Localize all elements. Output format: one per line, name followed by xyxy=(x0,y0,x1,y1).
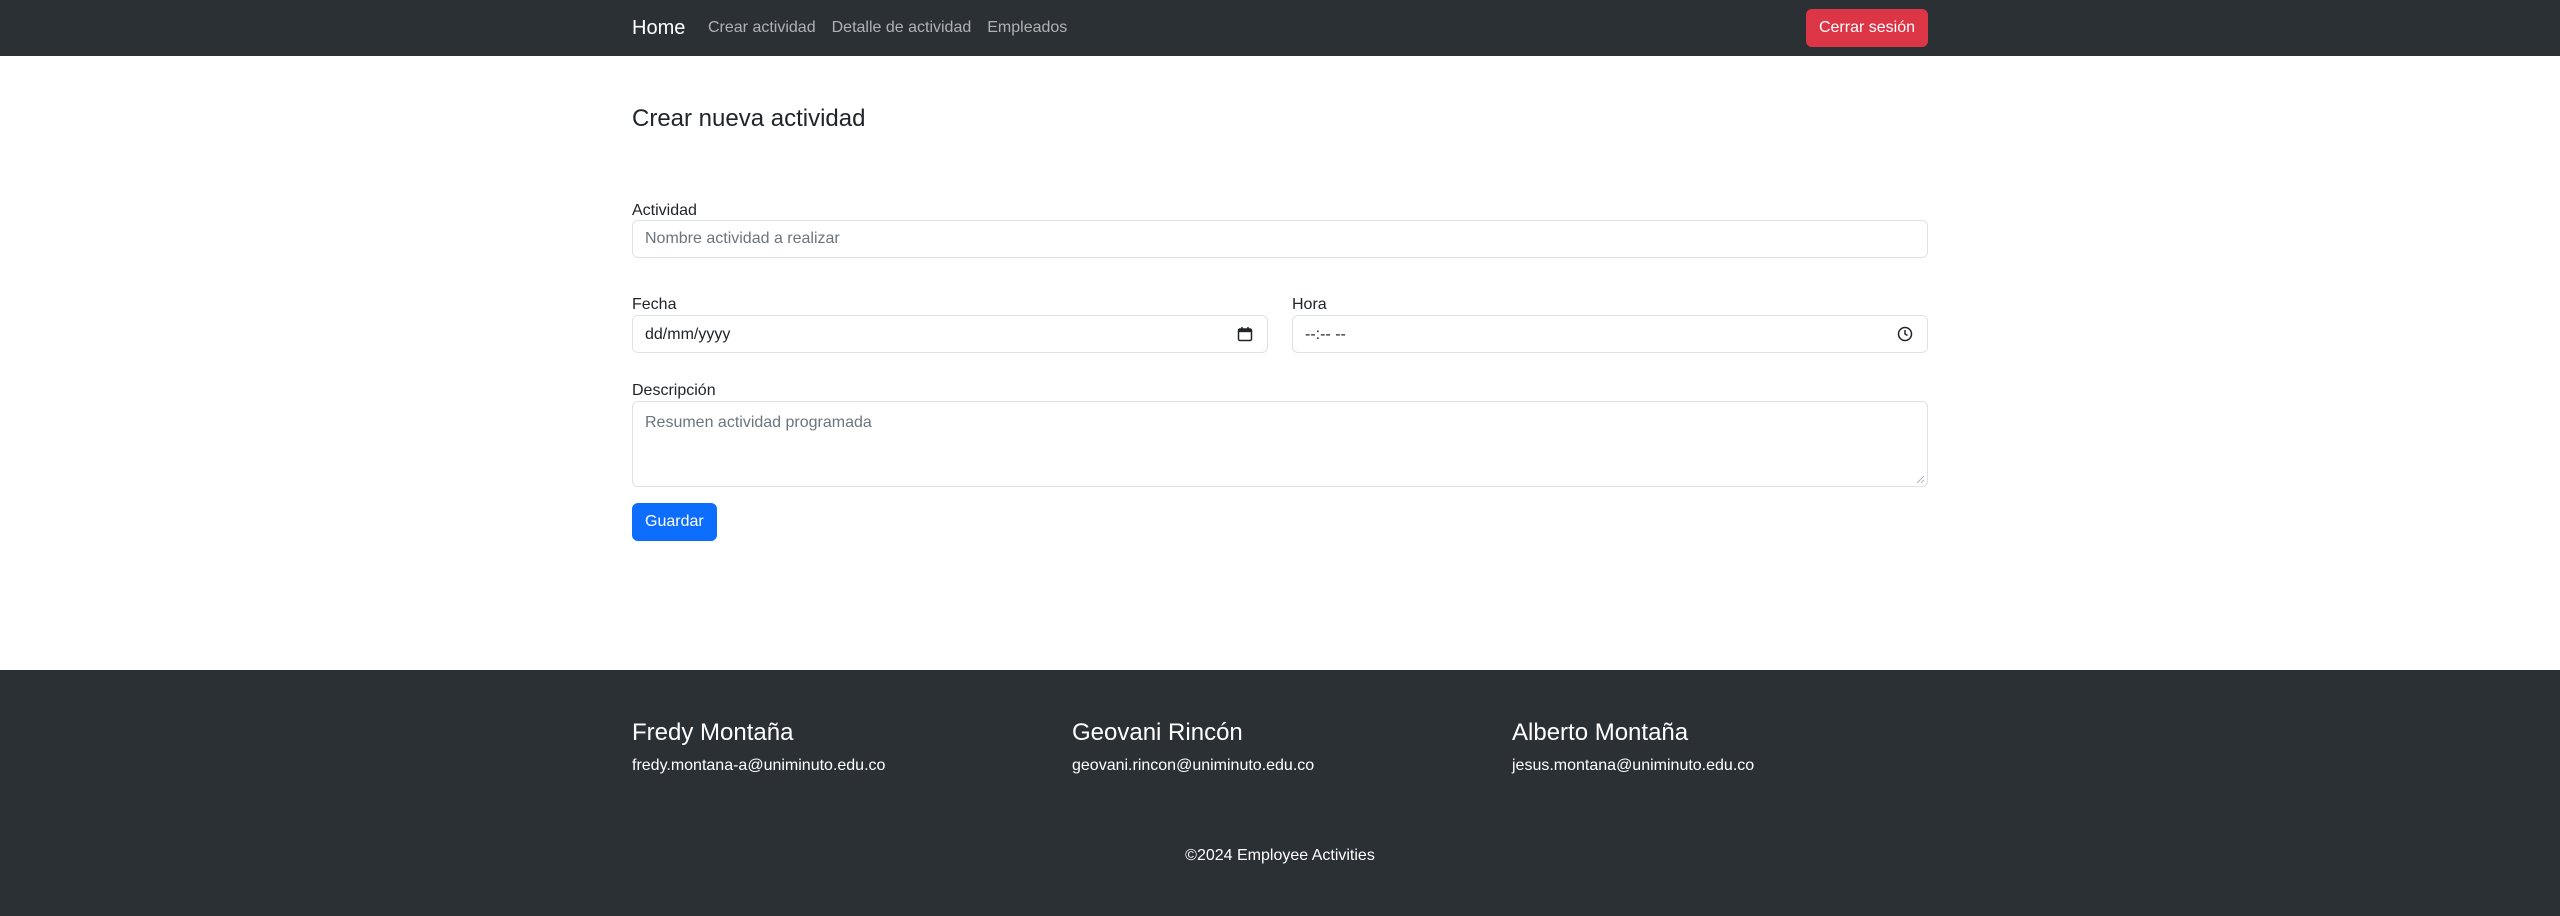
top-navbar: Home Crear actividad Detalle de activida… xyxy=(0,0,2560,56)
nav-link-crear-actividad[interactable]: Crear actividad xyxy=(708,17,816,39)
contact-email: fredy.montana-a@uniminuto.edu.co xyxy=(632,757,886,774)
contact-email: jesus.montana@uniminuto.edu.co xyxy=(1512,757,1755,774)
resize-grip-icon[interactable] xyxy=(1915,474,1925,484)
descripcion-textarea[interactable] xyxy=(632,401,1928,487)
actividad-label: Actividad xyxy=(632,202,697,219)
hora-time-input[interactable]: --:-- -- xyxy=(1292,315,1928,353)
page-title: Crear nueva actividad xyxy=(632,105,866,132)
descripcion-label: Descripción xyxy=(632,382,716,399)
contact-name: Fredy Montaña xyxy=(632,719,794,746)
hora-value: --:-- -- xyxy=(1305,326,1346,343)
fecha-date-input[interactable]: dd/mm/yyyy xyxy=(632,315,1268,353)
logout-button[interactable]: Cerrar sesión xyxy=(1805,9,1928,47)
contact-name: Alberto Montaña xyxy=(1512,719,1689,746)
save-button[interactable]: Guardar xyxy=(632,503,717,541)
main-content: Crear nueva actividad Actividad Fecha dd… xyxy=(632,56,1928,670)
nav-links: Crear actividad Detalle de actividad Emp… xyxy=(708,17,1067,39)
copyright-text: ©2024 Employee Activities xyxy=(1185,847,1375,864)
fecha-label: Fecha xyxy=(632,296,677,313)
nav-link-detalle-actividad[interactable]: Detalle de actividad xyxy=(832,17,972,39)
descripcion-wrapper xyxy=(632,401,1928,487)
contact-email: geovani.rincon@uniminuto.edu.co xyxy=(1072,757,1315,774)
navbar-container: Home Crear actividad Detalle de activida… xyxy=(632,0,1928,56)
brand-home-link[interactable]: Home xyxy=(632,14,685,42)
actividad-input[interactable] xyxy=(632,220,1928,258)
fecha-value: dd/mm/yyyy xyxy=(645,326,731,343)
contact-name: Geovani Rincón xyxy=(1072,719,1243,746)
footer: Fredy Montaña fredy.montana-a@uniminuto.… xyxy=(0,670,2560,916)
footer-contact: Geovani Rincón geovani.rincon@uniminuto.… xyxy=(1072,718,1492,777)
clock-icon[interactable] xyxy=(1897,326,1913,342)
footer-contact: Fredy Montaña fredy.montana-a@uniminuto.… xyxy=(632,718,1052,777)
calendar-icon[interactable] xyxy=(1237,326,1253,342)
nav-link-empleados[interactable]: Empleados xyxy=(987,17,1067,39)
hora-label: Hora xyxy=(1292,296,1327,313)
footer-contact: Alberto Montaña jesus.montana@uniminuto.… xyxy=(1512,718,1932,777)
